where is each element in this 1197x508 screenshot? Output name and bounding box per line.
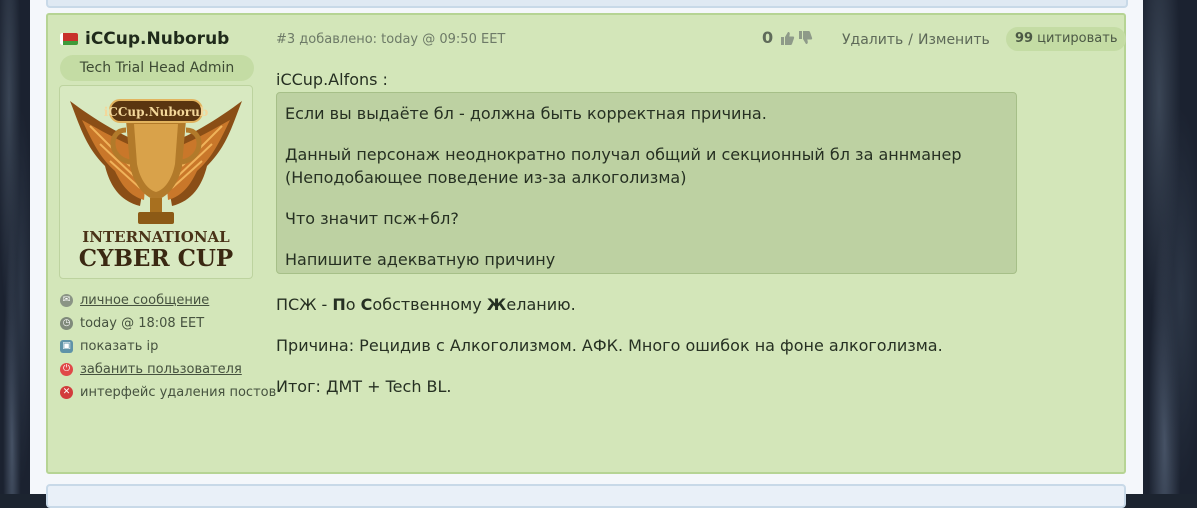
post-meta: #3 добавлено: today @ 09:50 EET [276, 32, 506, 47]
body-result-line: Итог: ДМТ + Tech BL. [276, 377, 452, 396]
belarus-flag-icon [60, 33, 78, 45]
quote-paragraph: Данный персонаж неоднократно получал общ… [285, 145, 962, 187]
post-body: ПСЖ - По Собственному Желанию. Причина: … [276, 293, 943, 416]
quote-block: Если вы выдаёте бл - должна быть коррект… [276, 92, 1017, 274]
clock-icon: ◷ [60, 317, 73, 330]
delete-posts-interface-link[interactable]: ✕ интерфейс удаления постов [60, 381, 276, 404]
next-post [46, 484, 1126, 508]
last-visit: ◷ today @ 18:08 EET [60, 312, 276, 335]
avatar-line-2: CYBER CUP [79, 245, 233, 272]
mail-icon: ✉ [60, 294, 73, 307]
thumbs-down-icon[interactable] [797, 30, 813, 46]
power-icon: ⏻ [60, 363, 73, 376]
author-name[interactable]: iCCup.Nuborub [85, 29, 229, 49]
private-message-link[interactable]: ✉ личное сообщение [60, 289, 276, 312]
body-reason-line: Причина: Рецидив с Алкоголизмом. АФК. Мн… [276, 336, 943, 355]
quote-icon: 99 [1015, 31, 1034, 46]
avatar: iCCup.Nuborub INTERNATIONAL CYBER CUP [59, 85, 253, 279]
delete-link[interactable]: Удалить [842, 32, 903, 48]
quote-paragraph: Напишите адекватную причину [285, 250, 556, 269]
thumbs-up-icon[interactable] [779, 30, 795, 46]
background-right [1143, 0, 1197, 494]
edit-link[interactable]: Изменить [918, 32, 990, 48]
background-left [0, 0, 30, 494]
vote-count: 0 [762, 28, 774, 47]
post-actions: Удалить / Изменить [842, 32, 990, 48]
post-author[interactable]: iCCup.Nuborub [60, 29, 229, 49]
show-ip-link[interactable]: ▣ показать ip [60, 335, 276, 358]
post-votes: 0 [762, 28, 813, 47]
previous-post [46, 0, 1128, 8]
forum-page: iCCup.Nuborub Tech Trial Head Admin iCCu… [30, 0, 1143, 508]
quote-paragraph: Если вы выдаёте бл - должна быть коррект… [285, 104, 767, 123]
action-separator: / [908, 32, 913, 48]
quote-button-label: цитировать [1037, 31, 1118, 46]
user-actions: ✉ личное сообщение ◷ today @ 18:08 EET ▣… [60, 289, 276, 404]
avatar-line-1: INTERNATIONAL [82, 228, 230, 246]
close-circle-icon: ✕ [60, 386, 73, 399]
user-role-badge: Tech Trial Head Admin [60, 55, 254, 81]
monitor-icon: ▣ [60, 340, 73, 353]
quote-author: iCCup.Alfons : [276, 70, 388, 89]
forum-post: iCCup.Nuborub Tech Trial Head Admin iCCu… [46, 13, 1127, 474]
ban-user-link[interactable]: ⏻ забанить пользователя [60, 358, 276, 381]
avatar-banner-text: iCCup.Nuborub [104, 105, 208, 119]
body-psj-line: ПСЖ - По Собственному Желанию. [276, 295, 576, 314]
quote-button[interactable]: 99 цитировать [1006, 27, 1127, 51]
quote-paragraph: Что значит псж+бл? [285, 209, 459, 228]
